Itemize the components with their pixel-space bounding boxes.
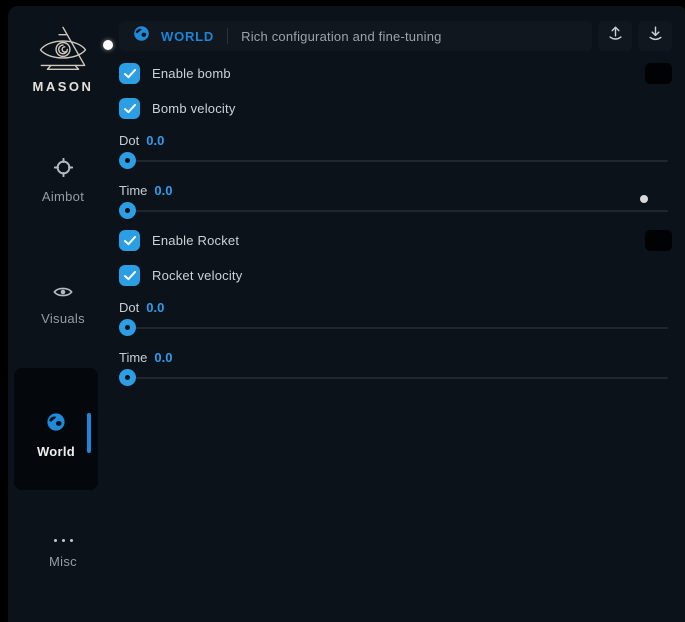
main-panel: WORLD Rich configuration and fine-tuning [119, 21, 672, 387]
slider-bomb-dot[interactable] [119, 152, 672, 170]
slider-track [120, 377, 668, 379]
checkbox[interactable] [119, 63, 140, 84]
sidebar-item-aimbot[interactable]: Aimbot [8, 158, 118, 204]
slider-rocket-dot[interactable] [119, 319, 672, 337]
upload-config-button[interactable] [598, 21, 632, 51]
checkbox[interactable] [119, 98, 140, 119]
slider-value: 0.0 [154, 350, 172, 365]
sidebar-item-visuals[interactable]: Visuals [8, 285, 118, 326]
sidebar-item-label: Visuals [41, 311, 85, 326]
sidebar-item-misc[interactable]: Misc [8, 533, 118, 569]
brand-name: MASON [8, 79, 118, 94]
crosshair-icon [54, 158, 73, 182]
download-config-button[interactable] [638, 21, 672, 51]
toggle-label: Enable bomb [152, 66, 231, 81]
slider-thumb[interactable] [119, 369, 136, 386]
slider-value: 0.0 [146, 300, 164, 315]
eye-icon [53, 285, 73, 304]
globe-icon [133, 25, 150, 47]
toggle-label: Enable Rocket [152, 233, 239, 248]
slider-label-row: Time 0.0 [119, 183, 672, 198]
header-bar: WORLD Rich configuration and fine-tuning [119, 21, 592, 51]
header-divider [227, 28, 228, 44]
mason-logo-icon [8, 24, 118, 74]
slider-label: Dot [119, 300, 139, 315]
globe-icon [46, 412, 66, 437]
slider-thumb[interactable] [119, 152, 136, 169]
color-swatch[interactable] [645, 230, 672, 251]
sidebar-item-label: Aimbot [42, 189, 84, 204]
slider-value: 0.0 [154, 183, 172, 198]
slider-value: 0.0 [146, 133, 164, 148]
slider-bomb-time[interactable] [119, 202, 672, 220]
checkbox[interactable] [119, 265, 140, 286]
active-tab-indicator [87, 413, 91, 453]
ellipsis-icon [54, 533, 73, 547]
slider-label-row: Dot 0.0 [119, 133, 672, 148]
app-window: MASON Aimbot Visuals [8, 6, 685, 622]
slider-label: Time [119, 350, 147, 365]
toggle-enable-rocket: Enable Rocket [119, 230, 672, 251]
toggle-label: Rocket velocity [152, 268, 242, 283]
slider-label-row: Time 0.0 [119, 350, 672, 365]
check-icon [124, 271, 136, 281]
check-icon [124, 236, 136, 246]
sidebar: MASON Aimbot Visuals [8, 6, 118, 622]
page-title: WORLD [161, 29, 214, 44]
sidebar-item-label: Misc [49, 554, 77, 569]
sidebar-item-world[interactable]: World [14, 368, 98, 490]
slider-label-row: Dot 0.0 [119, 300, 672, 315]
toggle-rocket-velocity: Rocket velocity [119, 265, 672, 286]
brand: MASON [8, 24, 118, 94]
upload-icon [606, 24, 625, 48]
toggle-bomb-velocity: Bomb velocity [119, 98, 672, 119]
slider-label: Time [119, 183, 147, 198]
slider-rocket-time[interactable] [119, 369, 672, 387]
toggle-enable-bomb: Enable bomb [119, 63, 672, 84]
slider-track [120, 210, 668, 212]
slider-track [120, 327, 668, 329]
slider-label: Dot [119, 133, 139, 148]
check-icon [124, 104, 136, 114]
download-icon [646, 24, 665, 48]
check-icon [124, 69, 136, 79]
checkbox[interactable] [119, 230, 140, 251]
toggle-label: Bomb velocity [152, 101, 236, 116]
slider-thumb[interactable] [119, 319, 136, 336]
sidebar-item-label: World [37, 444, 75, 459]
slider-track [120, 160, 668, 162]
header: WORLD Rich configuration and fine-tuning [119, 21, 672, 51]
color-swatch[interactable] [645, 63, 672, 84]
page-subtitle: Rich configuration and fine-tuning [241, 29, 441, 44]
slider-thumb[interactable] [119, 202, 136, 219]
